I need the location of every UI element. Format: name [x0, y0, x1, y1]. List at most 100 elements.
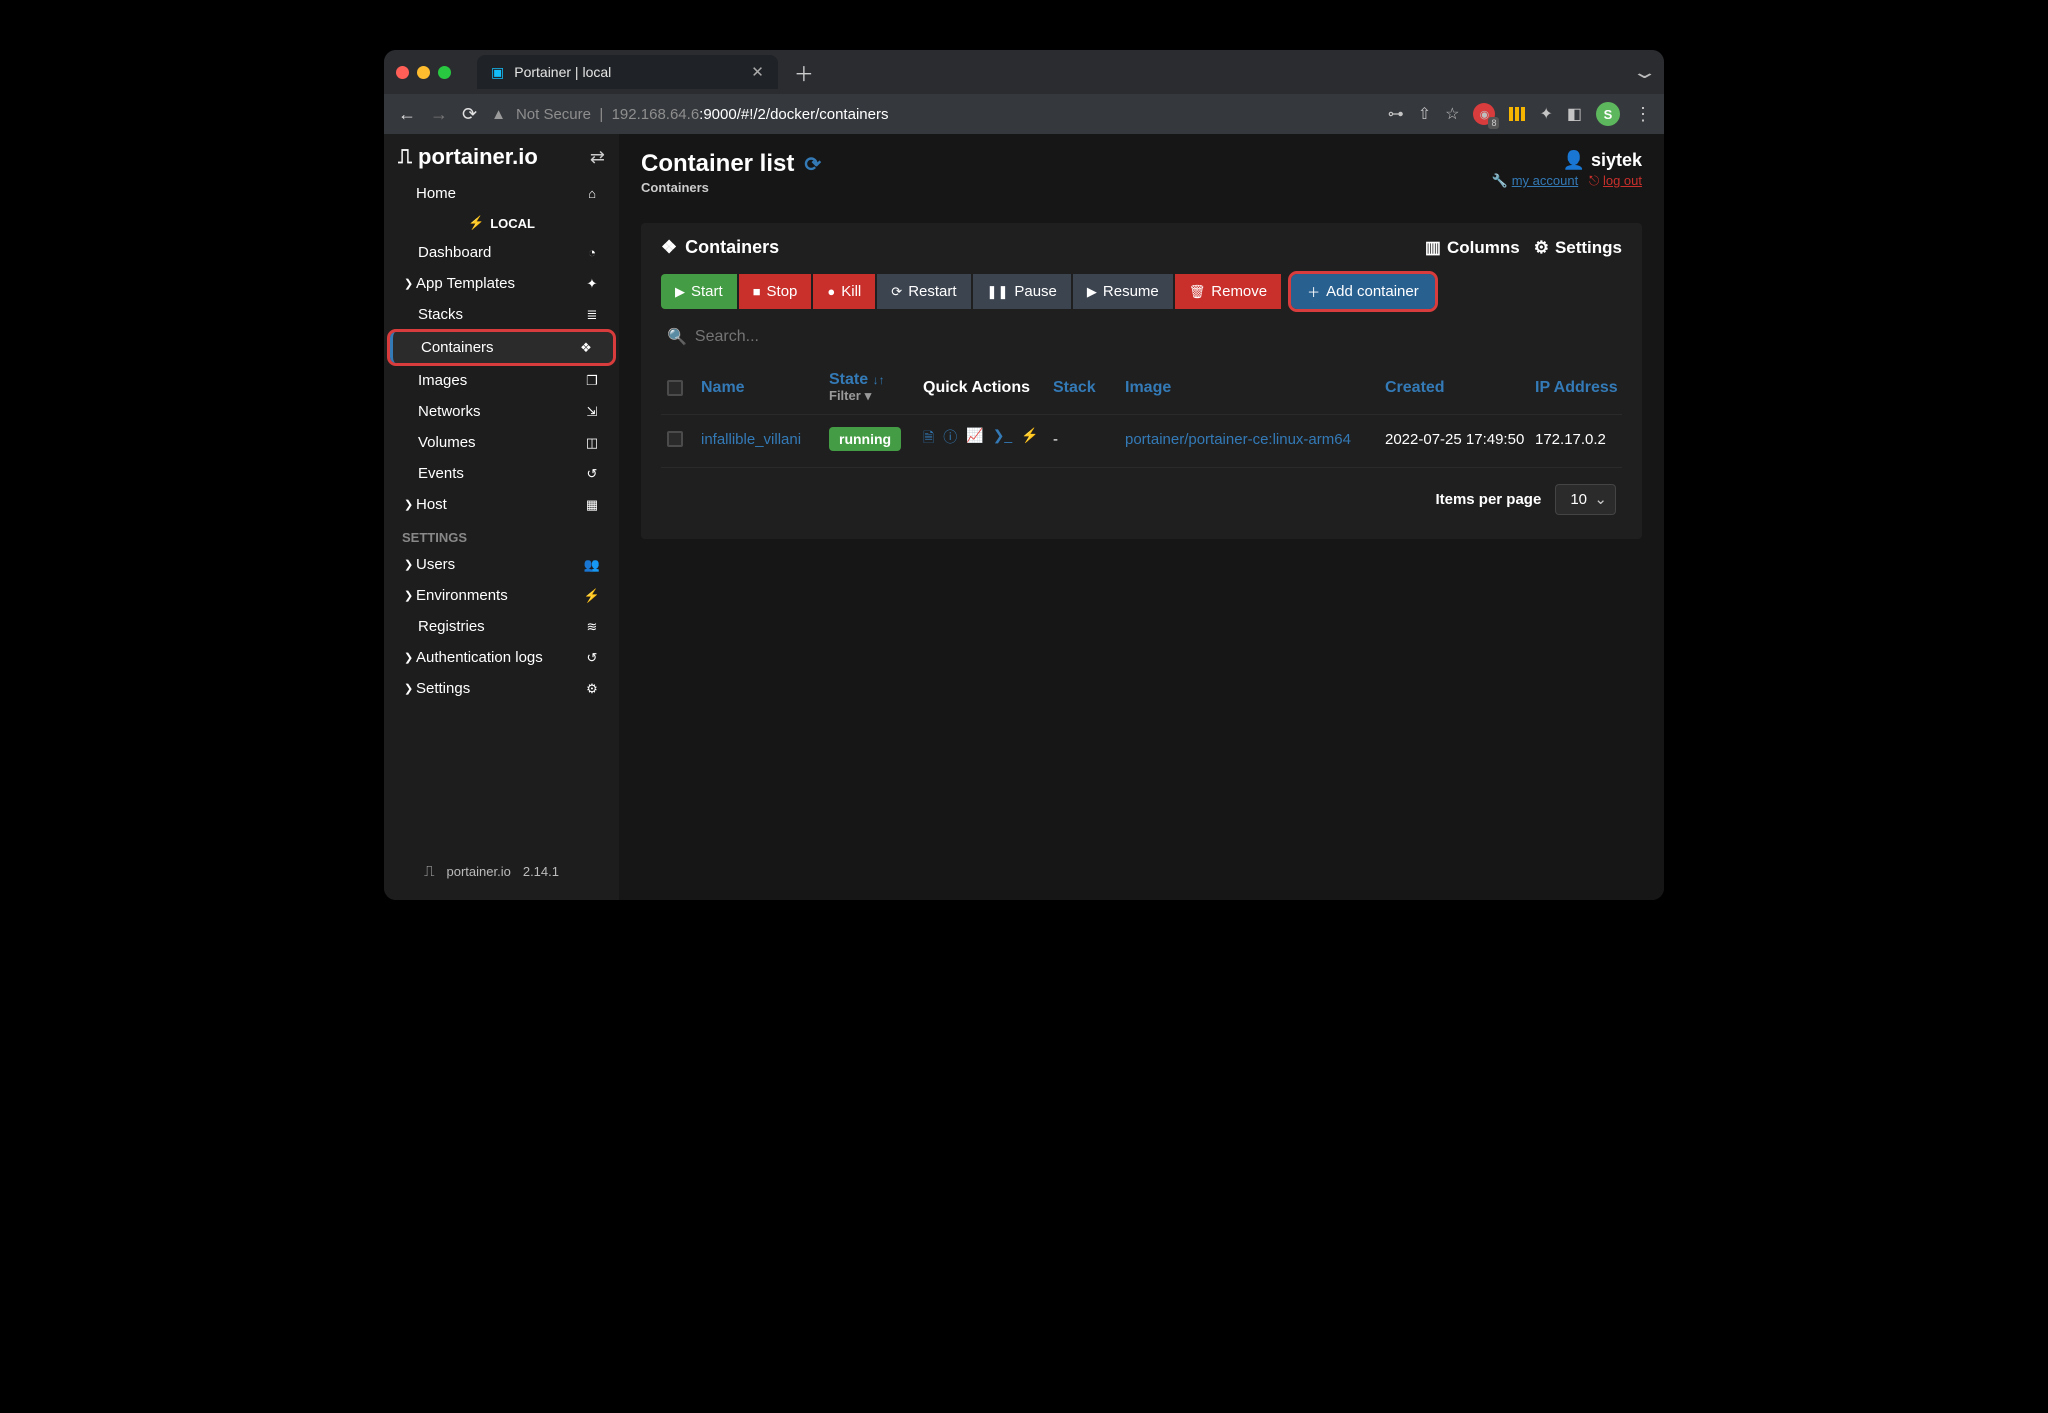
nav-forward-icon: →	[430, 104, 448, 125]
play-icon: ▶	[1087, 284, 1097, 300]
column-image[interactable]: Image	[1125, 379, 1385, 397]
column-stack[interactable]: Stack	[1053, 379, 1125, 397]
sidebar-item-users[interactable]: ❯Users👥	[384, 549, 619, 580]
portainer-logo[interactable]: ⎍ portainer.io	[398, 144, 538, 170]
sidebar-item-containers[interactable]: Containers❖	[390, 332, 613, 363]
sidebar-item-home[interactable]: Home⌂	[384, 178, 619, 209]
main-content: Container list ⟳ Containers 👤 siytek 🔧 m…	[619, 134, 1664, 900]
sidebar-environment-local[interactable]: ⚡ LOCAL	[384, 209, 619, 237]
portainer-favicon-icon: ▣	[491, 64, 504, 81]
sidebar-item-environments[interactable]: ❯Environments⚡	[384, 580, 619, 611]
cell-quick-actions: 🗎 ⓘ 📈 ❯_ ⚡	[923, 427, 1053, 451]
share-icon[interactable]: ⇧	[1418, 104, 1431, 124]
remove-button[interactable]: 🗑Remove	[1175, 274, 1281, 309]
cell-created: 2022-07-25 17:49:50	[1385, 431, 1535, 448]
cell-image[interactable]: portainer/portainer-ce:linux-arm64	[1125, 431, 1385, 448]
reload-icon[interactable]: ⟳	[462, 104, 477, 125]
app-root: ⎍ portainer.io ⇄ Home⌂ ⚡ LOCAL Dashboard…	[384, 134, 1664, 900]
sidebar-item-dashboard[interactable]: Dashboard◔	[384, 237, 619, 268]
column-created[interactable]: Created	[1385, 379, 1535, 397]
browser-menu-icon[interactable]: ⋮	[1634, 104, 1650, 125]
sidebar-footer: ⎍ portainer.io 2.14.1	[384, 851, 619, 900]
cell-state: running	[829, 427, 923, 451]
sidebar-item-auth-logs[interactable]: ❯Authentication logs↺	[384, 642, 619, 673]
sidebar-item-registries[interactable]: Registries≋	[384, 611, 619, 642]
sidebar-brand: ⎍ portainer.io ⇄	[384, 134, 619, 178]
settings-button[interactable]: ⚙Settings	[1534, 238, 1622, 258]
breadcrumb: Containers	[641, 180, 821, 195]
new-tab-button[interactable]: ＋	[786, 58, 822, 87]
select-all-checkbox[interactable]	[667, 380, 683, 396]
refresh-icon[interactable]: ⟳	[804, 152, 821, 177]
user-icon: 👤	[1563, 150, 1585, 171]
sidebar-item-app-templates[interactable]: ❯App Templates✦	[384, 268, 619, 299]
chevron-right-icon: ❯	[404, 682, 416, 695]
resume-button[interactable]: ▶Resume	[1073, 274, 1173, 309]
grid-icon: ▦	[583, 497, 601, 513]
browser-tab[interactable]: ▣ Portainer | local ✕	[477, 55, 778, 89]
containers-icon: ❖	[577, 340, 595, 356]
extension-red-icon[interactable]: ◉	[1473, 103, 1495, 125]
panel-icon[interactable]: ◧	[1567, 104, 1582, 124]
database-icon: ≋	[583, 619, 601, 635]
maximize-window-button[interactable]	[438, 66, 451, 79]
extension-bars-icon[interactable]	[1509, 107, 1525, 121]
pause-button[interactable]: ❚❚Pause	[973, 274, 1071, 309]
sidebar-item-host[interactable]: ❯Host▦	[384, 489, 619, 520]
containers-panel: ❖ Containers ▥Columns ⚙Settings ▶Start ■…	[641, 223, 1642, 539]
column-ip[interactable]: IP Address	[1535, 379, 1625, 397]
close-window-button[interactable]	[396, 66, 409, 79]
stop-button[interactable]: ■Stop	[739, 274, 812, 309]
my-account-link[interactable]: my account	[1512, 173, 1578, 188]
trash-icon: 🗑	[1189, 284, 1206, 300]
url-field[interactable]: ▲ Not Secure | 192.168.64.6:9000/#!/2/do…	[491, 106, 1374, 123]
row-checkbox[interactable]	[667, 431, 683, 447]
column-state[interactable]: State ↓↑ Filter ▾	[829, 371, 923, 404]
plug-icon: ⚡	[468, 215, 484, 231]
window-controls	[396, 66, 451, 79]
network-icon: ⇲	[583, 404, 601, 420]
cell-name[interactable]: infallible_villani	[701, 431, 829, 448]
items-per-page-select[interactable]: 10	[1555, 484, 1616, 515]
kill-button[interactable]: ●Kill	[813, 274, 875, 309]
sidebar-item-stacks[interactable]: Stacks≣	[384, 299, 619, 330]
stats-icon[interactable]: 📈	[966, 427, 983, 451]
gauge-icon: ◔	[583, 245, 601, 260]
url-path: :9000/#!/2/docker/containers	[699, 106, 888, 123]
sidebar-item-events[interactable]: Events↺	[384, 458, 619, 489]
pause-icon: ❚❚	[987, 284, 1009, 300]
add-container-button[interactable]: ＋Add container	[1291, 274, 1435, 309]
columns-button[interactable]: ▥Columns	[1425, 238, 1520, 258]
close-tab-icon[interactable]: ✕	[751, 63, 764, 81]
sidebar-item-images[interactable]: Images❐	[384, 365, 619, 396]
sidebar-collapse-icon[interactable]: ⇄	[590, 147, 605, 168]
logs-icon[interactable]: 🗎	[923, 427, 934, 451]
chevron-right-icon: ❯	[404, 589, 416, 602]
exec-console-icon[interactable]: ❯_	[993, 427, 1013, 451]
sidebar-item-volumes[interactable]: Volumes◫	[384, 427, 619, 458]
minimize-window-button[interactable]	[417, 66, 430, 79]
key-icon[interactable]: ⊶	[1388, 104, 1404, 124]
sidebar: ⎍ portainer.io ⇄ Home⌂ ⚡ LOCAL Dashboard…	[384, 134, 619, 900]
restart-icon: ⟳	[891, 284, 902, 300]
profile-avatar[interactable]: S	[1596, 102, 1620, 126]
search-input[interactable]	[695, 328, 995, 346]
start-button[interactable]: ▶Start	[661, 274, 737, 309]
play-icon: ▶	[675, 284, 685, 300]
column-name[interactable]: Name	[701, 379, 829, 397]
sidebar-item-settings[interactable]: ❯Settings⚙	[384, 673, 619, 704]
tab-title: Portainer | local	[514, 64, 611, 80]
restart-button[interactable]: ⟳Restart	[877, 274, 970, 309]
sidebar-item-networks[interactable]: Networks⇲	[384, 396, 619, 427]
inspect-icon[interactable]: ⓘ	[943, 427, 957, 451]
logout-link[interactable]: log out	[1603, 173, 1642, 188]
page-header: Container list ⟳ Containers 👤 siytek 🔧 m…	[641, 150, 1642, 195]
bookmark-star-icon[interactable]: ☆	[1445, 104, 1459, 124]
extensions-puzzle-icon[interactable]: ✦	[1539, 104, 1552, 124]
user-name[interactable]: 👤 siytek	[1492, 150, 1642, 171]
search-row: 🔍	[661, 327, 1622, 347]
home-icon: ⌂	[583, 186, 601, 201]
nav-back-icon[interactable]: ←	[398, 104, 416, 125]
attach-icon[interactable]: ⚡	[1021, 427, 1038, 451]
tab-overflow-icon[interactable]: ⌄	[1631, 62, 1658, 83]
